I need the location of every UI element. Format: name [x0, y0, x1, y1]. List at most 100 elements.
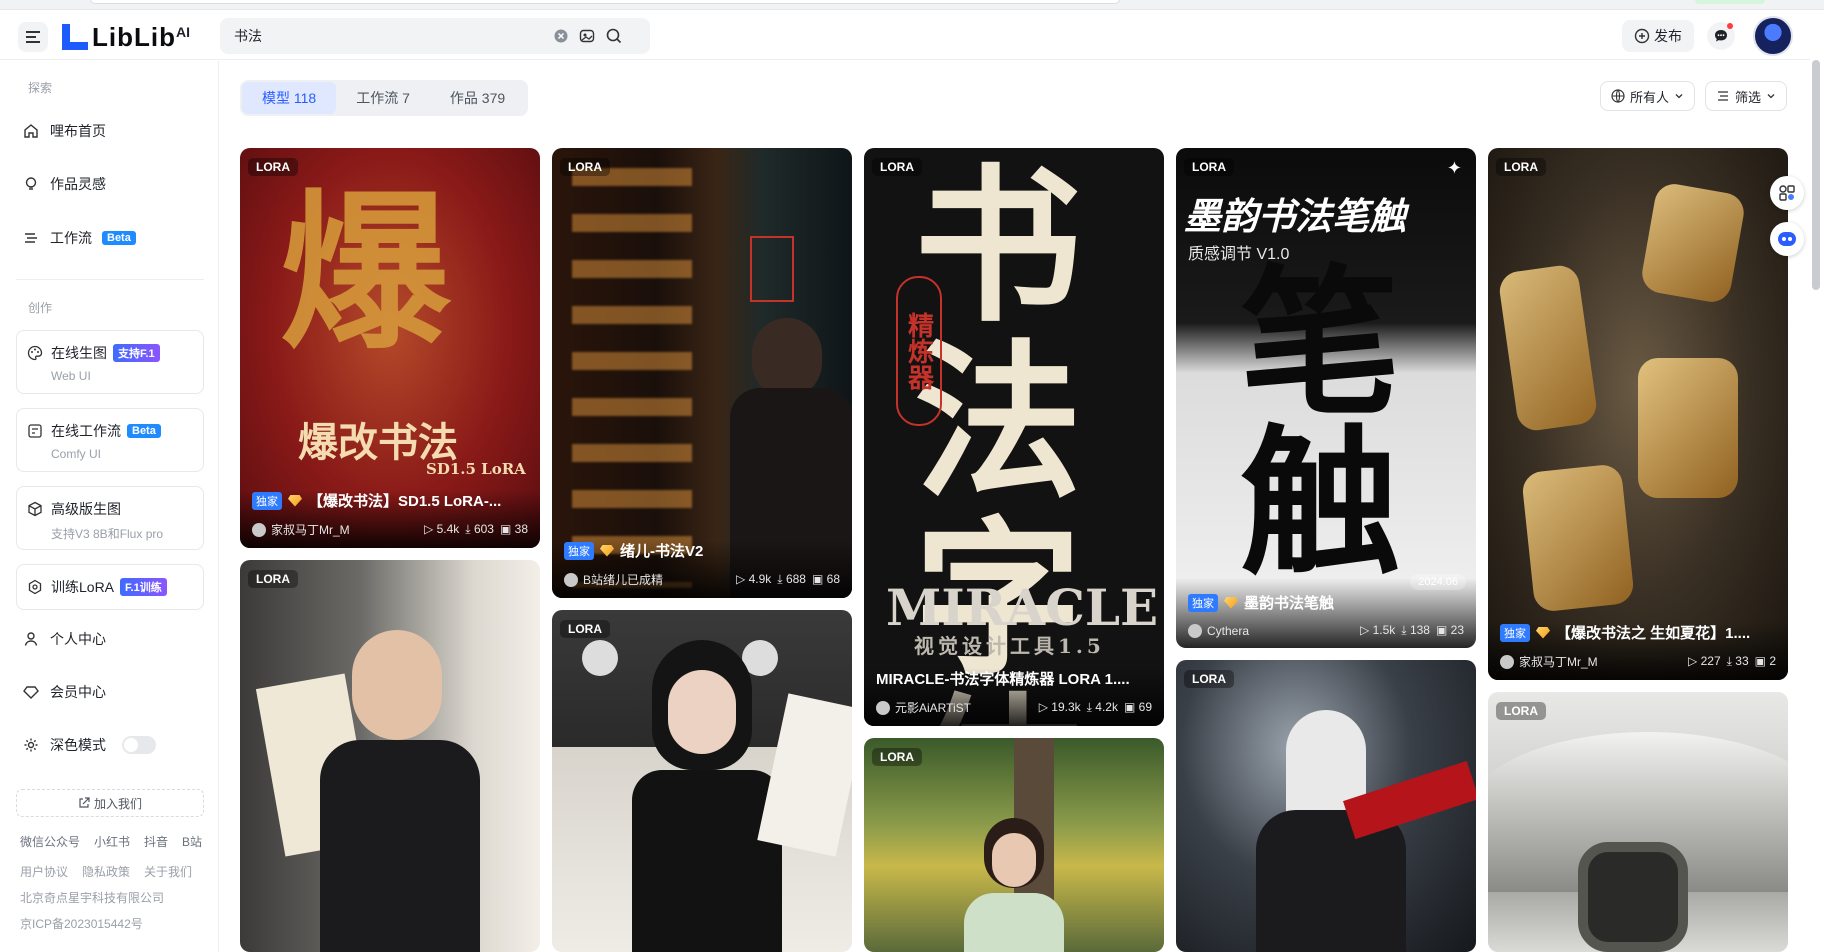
tab-works[interactable]: 作品 379 [430, 82, 525, 114]
owner-dropdown[interactable]: 所有人 [1600, 81, 1696, 111]
card-title: 墨韵书法笔触 [1244, 595, 1335, 612]
search-box[interactable] [220, 18, 650, 54]
image-count: ▣ 23 [1435, 623, 1464, 637]
sidebar-divider [16, 279, 204, 280]
sidebar-item-train-lora[interactable]: 训练LoRA F.1训练 [16, 564, 204, 610]
download-count: ⤓ 603 [465, 522, 494, 536]
social-douyin[interactable]: 抖音 [144, 833, 168, 850]
logo-suffix: AI [175, 24, 190, 40]
sidebar-item-dark-mode: 深色模式 [22, 730, 202, 760]
filter-dropdown[interactable]: 筛选 [1705, 81, 1788, 111]
model-card-hanfu-woman[interactable]: LORA [240, 560, 540, 952]
author-name[interactable]: 家叔马丁Mr_M [1519, 653, 1598, 670]
globe-icon [1611, 89, 1625, 103]
model-card-miracle[interactable]: 书法字体 精炼器 MIRACLE 视觉设计工具1.5 LORA MIRACLE-… [864, 148, 1164, 726]
assistant-float-button[interactable] [1770, 222, 1804, 256]
card-art-face [992, 833, 1036, 887]
image-search-icon[interactable] [578, 27, 596, 45]
card-art-glyph [1638, 358, 1738, 498]
publish-button[interactable]: 发布 [1622, 20, 1694, 52]
exclusive-badge: 独家 [564, 541, 594, 560]
sidebar-item-personal[interactable]: 个人中心 [22, 624, 202, 654]
model-card-shengru-xiahua[interactable]: LORA 独家 【爆改书法之 生如夏花】1.... 家叔马丁Mr_M ▷ 227 … [1488, 148, 1788, 680]
messages-button[interactable] [1707, 22, 1735, 50]
legal-links: 用户协议 隐私政策 关于我们 [20, 863, 192, 880]
sidebar-item-member[interactable]: 会员中心 [22, 677, 202, 707]
legal-privacy[interactable]: 隐私政策 [82, 863, 130, 880]
legal-about[interactable]: 关于我们 [144, 863, 192, 880]
online-workflow-label: 在线工作流 [51, 423, 121, 439]
author-name[interactable]: 家叔马丁Mr_M [271, 521, 350, 538]
publish-label: 发布 [1654, 28, 1682, 44]
tab-models[interactable]: 模型 118 [242, 82, 337, 114]
bulb-icon [22, 175, 40, 193]
card-art-seal: 精炼器 [896, 276, 942, 426]
card-art-title: 墨韵书法笔触 [1184, 194, 1406, 238]
advanced-gen-sub: 支持V3 8B和Flux pro [51, 527, 164, 541]
sparkle-icon: ✦ [1446, 158, 1462, 178]
card-art-seal [750, 236, 794, 302]
card-info: 独家 【爆改书法】SD1.5 LoRA-... 家叔马丁Mr_M ▷ 5.4k ⤓… [240, 490, 540, 548]
download-count: ⤓ 4.2k [1086, 700, 1118, 714]
model-card-ink-mountain[interactable]: LORA [1488, 692, 1788, 952]
lora-tag: LORA [1496, 158, 1546, 176]
cube-icon [27, 501, 43, 517]
sidebar: 探索 哩布首页 作品灵感 工作流 Beta 创作 在线生图 支持F.1 Web U… [0, 61, 219, 952]
search-input[interactable] [234, 28, 534, 44]
card-art-subtitle: SD1.5 LoRA [426, 460, 526, 478]
create-section-title: 创作 [28, 301, 53, 315]
model-card-baogai-shufa[interactable]: 爆 爆改书法 SD1.5 LoRA LORA 独家 【爆改书法】SD1.5 LoR… [240, 148, 540, 548]
tab-workflows[interactable]: 工作流 7 [336, 82, 430, 114]
author-avatar [564, 572, 578, 587]
model-card-garden-girl[interactable]: LORA [864, 738, 1164, 952]
card-art-face [352, 630, 442, 740]
icp-number[interactable]: 京ICP备2023015442号 [20, 915, 143, 932]
sidebar-item-label: 工作流 [50, 230, 92, 246]
sidebar-item-label: 哩布首页 [50, 123, 106, 139]
lora-tag: LORA [1496, 702, 1546, 720]
chevron-down-icon [1675, 94, 1683, 99]
run-count: ▷ 4.9k [736, 572, 772, 586]
social-xiaohongshu[interactable]: 小红书 [94, 833, 130, 850]
sidebar-item-advanced-gen[interactable]: 高级版生图 支持V3 8B和Flux pro [16, 486, 204, 550]
model-card-moyun[interactable]: 墨韵书法笔触 质感调节 V1.0 笔触 ✦ LORA 2024.06 独家 墨韵书… [1176, 148, 1476, 648]
author-name[interactable]: Cythera [1207, 624, 1249, 638]
logo-text: LibLib [92, 21, 176, 52]
card-art-big-glyph: 笔触 [1213, 258, 1400, 578]
plus-circle-icon [1634, 28, 1650, 44]
model-card-xuer-shufa[interactable]: LORA 独家 绪儿-书法V2 B站绪儿已成精 ▷ 4.9k ⤓ 688 ▣ 68 [552, 148, 852, 598]
f1-train-badge: F.1训练 [120, 578, 167, 596]
model-card-qipao-woman[interactable]: LORA [552, 610, 852, 952]
dark-mode-toggle[interactable] [122, 736, 156, 754]
page-scrollbar[interactable] [1812, 60, 1820, 290]
lora-tag: LORA [248, 158, 298, 176]
sidebar-item-online-gen[interactable]: 在线生图 支持F.1 Web UI [16, 330, 204, 394]
run-count: ▷ 227 [1688, 654, 1721, 668]
browser-top-strip [0, 0, 1824, 10]
image-count: ▣ 2 [1754, 654, 1776, 668]
user-avatar[interactable] [1753, 16, 1793, 56]
card-title: MIRACLE-书法字体精炼器 LORA 1.... [876, 671, 1130, 688]
author-name[interactable]: 元影AiARTiST [895, 699, 971, 716]
social-bilibili[interactable]: B站 [182, 833, 202, 850]
clear-icon[interactable] [552, 27, 570, 45]
card-art-glyph [1497, 263, 1599, 433]
join-us-button[interactable]: 加入我们 [16, 789, 204, 817]
sidebar-item-home[interactable]: 哩布首页 [22, 116, 202, 146]
sidebar-item-workflow[interactable]: 工作流 Beta [22, 223, 202, 253]
author-name[interactable]: B站绪儿已成精 [583, 571, 663, 588]
legal-user-agreement[interactable]: 用户协议 [20, 863, 68, 880]
search-icon[interactable] [605, 27, 623, 45]
social-wechat[interactable]: 微信公众号 [20, 833, 80, 850]
card-art-paper [757, 693, 852, 857]
sidebar-item-online-workflow[interactable]: 在线工作流 Beta Comfy UI [16, 408, 204, 472]
card-info: MIRACLE-书法字体精炼器 LORA 1.... 元影AiARTiST ▷ … [864, 668, 1164, 726]
liblib-logo[interactable]: LibLib AI [62, 20, 190, 54]
menu-button[interactable] [18, 22, 48, 52]
sidebar-item-inspiration[interactable]: 作品灵感 [22, 169, 202, 199]
owner-label: 所有人 [1630, 89, 1670, 105]
beta-badge: Beta [127, 424, 161, 438]
apps-float-button[interactable] [1770, 176, 1804, 210]
f1-badge: 支持F.1 [113, 344, 160, 362]
model-card-warrior[interactable]: LORA [1176, 660, 1476, 952]
